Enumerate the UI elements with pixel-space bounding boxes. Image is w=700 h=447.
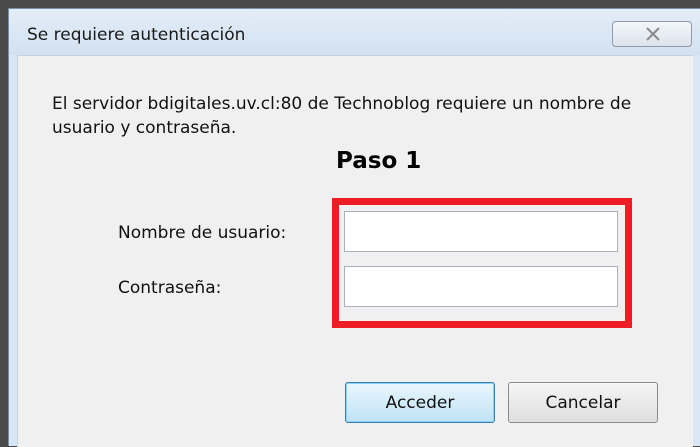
auth-dialog: Se requiere autenticación El servidor bd…: [8, 8, 700, 447]
cancel-button[interactable]: Cancelar: [508, 382, 658, 423]
auth-message: El servidor bdigitales.uv.cl:80 de Techn…: [52, 94, 632, 138]
password-input[interactable]: [344, 266, 618, 307]
title-bar: Se requiere autenticación: [9, 9, 700, 55]
accept-button[interactable]: Acceder: [345, 382, 495, 423]
close-button[interactable]: [612, 21, 692, 47]
username-label: Nombre de usuario:: [118, 223, 287, 243]
screen-background: Se requiere autenticación El servidor bd…: [0, 0, 700, 447]
window-title: Se requiere autenticación: [27, 25, 246, 45]
password-label: Contraseña:: [118, 278, 222, 298]
close-icon: [646, 27, 660, 41]
dialog-body: El servidor bdigitales.uv.cl:80 de Techn…: [17, 55, 693, 447]
step-annotation: Paso 1: [336, 148, 422, 174]
username-input[interactable]: [344, 211, 618, 252]
